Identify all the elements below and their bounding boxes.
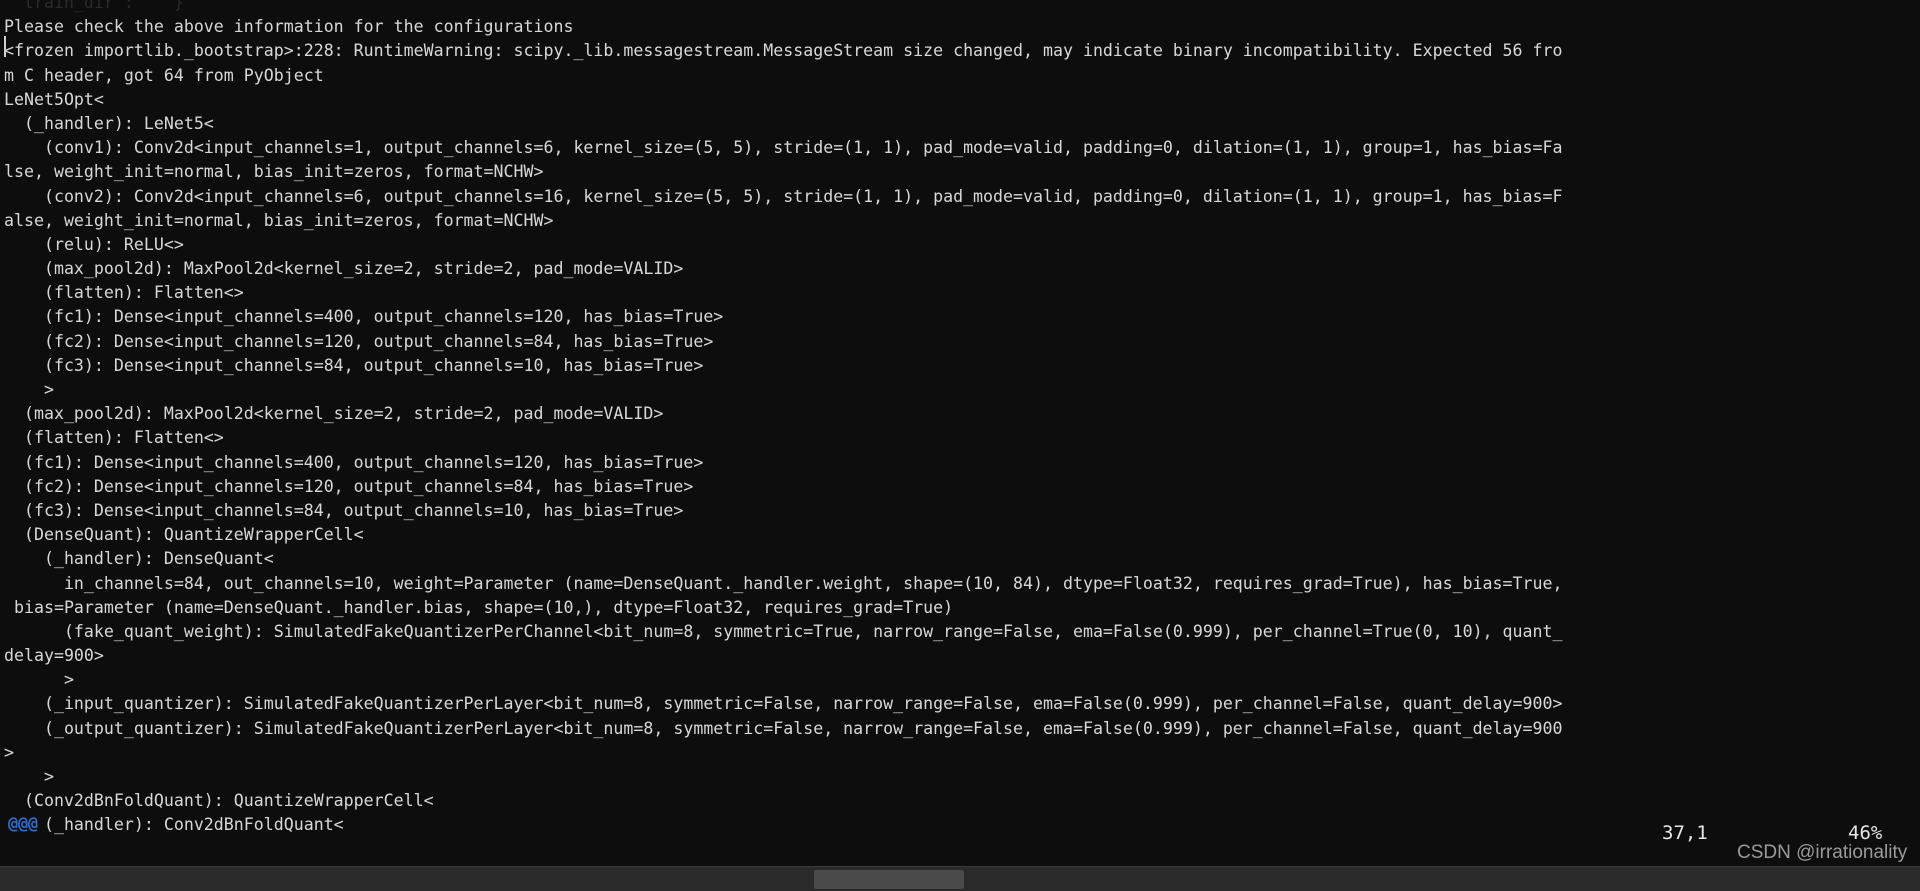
terminal-line: m C header, got 64 from PyObject bbox=[4, 65, 324, 85]
terminal-line: (conv1): Conv2d<input_channels=1, output… bbox=[4, 138, 1563, 158]
terminal-line: > bbox=[4, 670, 74, 690]
terminal-line: (_handler): Conv2dBnFoldQuant< bbox=[4, 815, 344, 835]
terminal-line: (max_pool2d): MaxPool2d<kernel_size=2, s… bbox=[4, 404, 664, 424]
terminal-line: (relu): ReLU<> bbox=[4, 234, 184, 254]
terminal-line: bias=Parameter (name=DenseQuant._handler… bbox=[4, 597, 954, 617]
terminal-line: (fake_quant_weight): SimulatedFakeQuanti… bbox=[4, 621, 1563, 641]
terminal-line: (fc2): Dense<input_channels=120, output_… bbox=[4, 331, 714, 351]
terminal-line: <frozen importlib._bootstrap>:228: Runti… bbox=[4, 41, 1563, 61]
terminal-line: > bbox=[4, 380, 54, 399]
terminal-line: (flatten): Flatten<> bbox=[4, 428, 224, 448]
csdn-watermark: CSDN @irrationality bbox=[1737, 842, 1908, 863]
terminal-line: (max_pool2d): MaxPool2d<kernel_size=2, s… bbox=[4, 259, 684, 279]
terminal-line: (DenseQuant): QuantizeWrapperCell< bbox=[4, 525, 364, 545]
terminal-line: (fc1): Dense<input_channels=400, output_… bbox=[4, 307, 724, 327]
terminal-line: (_handler): DenseQuant< bbox=[4, 549, 274, 569]
terminal-line: Please check the above information for t… bbox=[4, 17, 574, 37]
terminal-line: (flatten): Flatten<> bbox=[4, 283, 244, 303]
terminal-line: (fc2): Dense<input_channels=120, output_… bbox=[4, 476, 694, 496]
terminal-line: in_channels=84, out_channels=10, weight=… bbox=[4, 573, 1563, 593]
terminal-line: > bbox=[4, 742, 14, 762]
terminal-line: (Conv2dBnFoldQuant): QuantizeWrapperCell… bbox=[4, 791, 434, 811]
vim-overflow-marker: @@@ bbox=[8, 814, 38, 833]
terminal-line: train_dir : ' '} bbox=[4, 0, 184, 12]
terminal-line: LeNet5Opt< bbox=[4, 89, 104, 109]
status-scroll-percent: 46% bbox=[1848, 822, 1883, 844]
terminal-line: (conv2): Conv2d<input_channels=6, output… bbox=[4, 186, 1563, 206]
terminal-line: (_input_quantizer): SimulatedFakeQuantiz… bbox=[4, 694, 1563, 714]
status-cursor-position: 37,1 bbox=[1662, 822, 1708, 844]
terminal-line: lse, weight_init=normal, bias_init=zeros… bbox=[4, 162, 544, 182]
scrollbar-thumb[interactable] bbox=[814, 870, 964, 889]
text-cursor bbox=[4, 36, 6, 57]
terminal-line: delay=900> bbox=[4, 646, 104, 666]
terminal-line: (fc3): Dense<input_channels=84, output_c… bbox=[4, 355, 704, 375]
terminal-line: (_handler): LeNet5< bbox=[4, 113, 214, 133]
terminal-line: alse, weight_init=normal, bias_init=zero… bbox=[4, 210, 554, 230]
terminal-window: train_dir : ' '} Please check the above i… bbox=[0, 0, 1920, 891]
terminal-line: (fc3): Dense<input_channels=84, output_c… bbox=[4, 500, 684, 520]
terminal-output-pane[interactable]: train_dir : ' '} Please check the above i… bbox=[0, 0, 1920, 866]
terminal-line: (_output_quantizer): SimulatedFakeQuanti… bbox=[4, 718, 1563, 738]
terminal-line: > bbox=[4, 767, 54, 786]
horizontal-scrollbar[interactable] bbox=[0, 866, 1920, 891]
terminal-line: (fc1): Dense<input_channels=400, output_… bbox=[4, 452, 704, 472]
terminal-text-buffer: train_dir : ' '} Please check the above i… bbox=[0, 0, 1920, 838]
